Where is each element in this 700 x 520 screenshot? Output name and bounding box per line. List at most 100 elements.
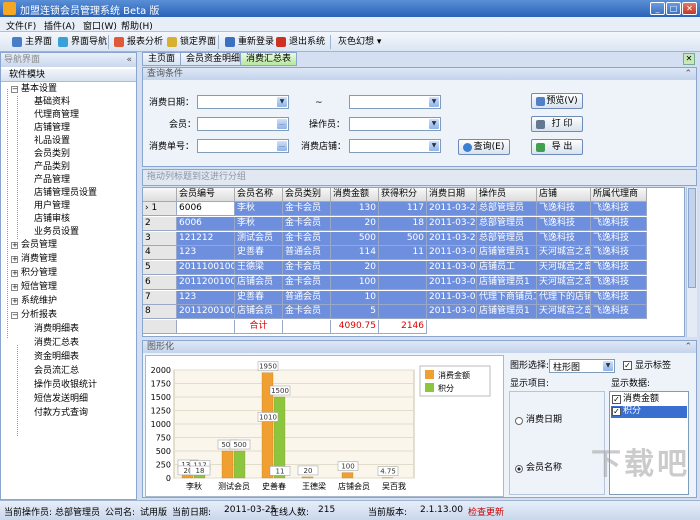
data-item-points[interactable]: 积分 [623,404,641,418]
tree-item[interactable]: 付款方式查询 [34,407,88,420]
tab-main[interactable]: 主页面 [142,52,182,66]
grid-cell[interactable]: 李秋 [235,216,283,231]
grid-cell[interactable]: 2011-03-07 [427,305,477,320]
grid-cell[interactable]: 500 [379,231,427,246]
show-labels-checkbox[interactable]: ✓ [623,361,632,370]
grid-cell[interactable]: 天河城宫之岛 [537,261,591,275]
grid-cell[interactable]: 金卡会员 [283,305,331,320]
grid-cell[interactable]: 店铺员工 [477,261,537,275]
grid-cell[interactable]: 测试会员 [235,231,283,246]
preview-button[interactable]: 预览(V) [531,93,583,109]
menu-plugin[interactable]: 插件(A) [44,19,75,32]
grid-cell[interactable]: 6006 [177,202,235,216]
collapse-icon[interactable]: − [11,86,18,93]
tree-group-consumption[interactable]: + 消费管理 [11,253,57,266]
expand-icon[interactable]: + [11,284,18,291]
column-header[interactable]: 会员编号 [177,188,235,202]
menu-window[interactable]: 窗口(W) [83,19,117,32]
tab-consumption-summary[interactable]: 消费汇总表 [240,52,298,66]
grid-cell[interactable]: 店铺管理员1 [477,275,537,290]
grid-cell[interactable] [379,261,427,275]
grid-cell[interactable]: 金卡会员 [283,231,331,246]
tree-item[interactable]: 礼品设置 [34,135,70,148]
tree-item[interactable]: 代理商管理 [34,109,79,122]
print-button[interactable]: 打 印 [531,116,583,132]
grid-scrollbar[interactable] [686,187,697,337]
grid-cell[interactable]: 店铺会员 [235,275,283,290]
radio-member-name-label[interactable]: 会员名称 [526,461,562,475]
menu-help[interactable]: 帮助(H) [121,19,153,32]
grid-cell[interactable] [379,290,427,305]
grid-cell[interactable]: 20112001001 [177,305,235,320]
row-indicator[interactable]: 2 [143,216,177,231]
row-indicator[interactable]: 8 [143,305,177,320]
maximize-button[interactable]: □ [666,2,681,15]
tree-group-basic-settings[interactable]: − 基本设置 [11,83,57,96]
column-header[interactable]: 消费金额 [331,188,379,202]
chevron-down-icon[interactable]: ▼ [429,119,439,129]
column-header[interactable]: 消费日期 [427,188,477,202]
report-analysis-button[interactable]: 报表分析 [114,35,163,49]
scrollbar-thumb[interactable] [688,188,696,288]
tree-group-system[interactable]: + 系统维护 [11,295,57,308]
grid-cell[interactable]: 天河城宫之岛 [537,246,591,261]
grid-cell[interactable]: 李秋 [235,202,283,216]
expand-icon[interactable]: + [11,256,18,263]
grid-cell[interactable]: 店铺管理员1 [477,246,537,261]
grid-cell[interactable]: 500 [331,231,379,246]
chevron-down-icon[interactable]: ▼ [603,361,613,371]
grid-cell[interactable]: 123 [177,290,235,305]
collapse-icon[interactable]: ⌃ [684,341,692,353]
grid-cell[interactable]: 飞逸科技 [591,305,647,320]
grid-cell[interactable]: 2011-03-24 [427,216,477,231]
tree-item[interactable]: 消费明细表 [34,323,79,336]
grid-cell[interactable]: 总部管理员 [477,202,537,216]
grid-cell[interactable]: 2011-03-07 [427,261,477,275]
tree-group-sms[interactable]: + 短信管理 [11,281,57,294]
grid-cell[interactable]: 飞逸科技 [537,202,591,216]
row-indicator[interactable]: › 1 [143,202,177,216]
collapse-icon[interactable]: ⌃ [684,68,692,80]
expand-icon[interactable]: + [11,242,18,249]
grid-cell[interactable]: 代理下的店铺 [537,290,591,305]
query-button[interactable]: 查询(E) [458,139,510,155]
member-field[interactable]: … [197,117,289,131]
store-select[interactable]: ▼ [349,139,441,153]
row-indicator[interactable]: 7 [143,290,177,305]
grid-cell[interactable]: 总部管理员 [477,231,537,246]
chevron-down-icon[interactable]: ▼ [277,97,287,107]
grid-cell[interactable]: 普通会员 [283,290,331,305]
grid-cell[interactable]: 飞逸科技 [591,261,647,275]
grid-cell[interactable]: 总部管理员 [477,216,537,231]
grid-cell[interactable]: 金卡会员 [283,216,331,231]
tree-item[interactable]: 会员类别 [34,148,70,161]
exit-system-button[interactable]: 退出系统 [276,35,325,49]
grid-cell[interactable]: 飞逸科技 [591,275,647,290]
column-header[interactable]: 获得积分 [379,188,427,202]
column-header[interactable]: 操作员 [477,188,537,202]
grid-cell[interactable]: 普通会员 [283,246,331,261]
grid-cell[interactable]: 10 [331,290,379,305]
tree-item[interactable]: 店铺管理 [34,122,70,135]
grid-cell[interactable]: 王德梁 [235,261,283,275]
grid-cell[interactable]: 11 [379,246,427,261]
radio-date[interactable] [515,417,523,425]
grid-cell[interactable]: 114 [331,246,379,261]
tree-item[interactable]: 基础资料 [34,96,70,109]
radio-member-name[interactable] [515,465,523,473]
row-indicator[interactable]: 3 [143,231,177,246]
grid-cell[interactable]: 2011-03-07 [427,275,477,290]
tree-item[interactable]: 产品管理 [34,174,70,187]
grid-cell[interactable]: 飞逸科技 [537,216,591,231]
expand-icon[interactable]: + [11,298,18,305]
grid-cell[interactable]: 金卡会员 [283,275,331,290]
grid-cell[interactable]: 店铺会员 [235,305,283,320]
column-header[interactable]: 所属代理商 [591,188,647,202]
grid-cell[interactable]: 史善春 [235,290,283,305]
tree-item[interactable]: 消费汇总表 [34,337,79,350]
grid-cell[interactable]: 2011-03-08 [427,246,477,261]
grid-cell[interactable]: 天河城宫之岛 [537,305,591,320]
data-checkbox-points[interactable]: ✓ [612,407,621,416]
expand-icon[interactable]: + [11,270,18,277]
minimize-button[interactable]: _ [650,2,665,15]
